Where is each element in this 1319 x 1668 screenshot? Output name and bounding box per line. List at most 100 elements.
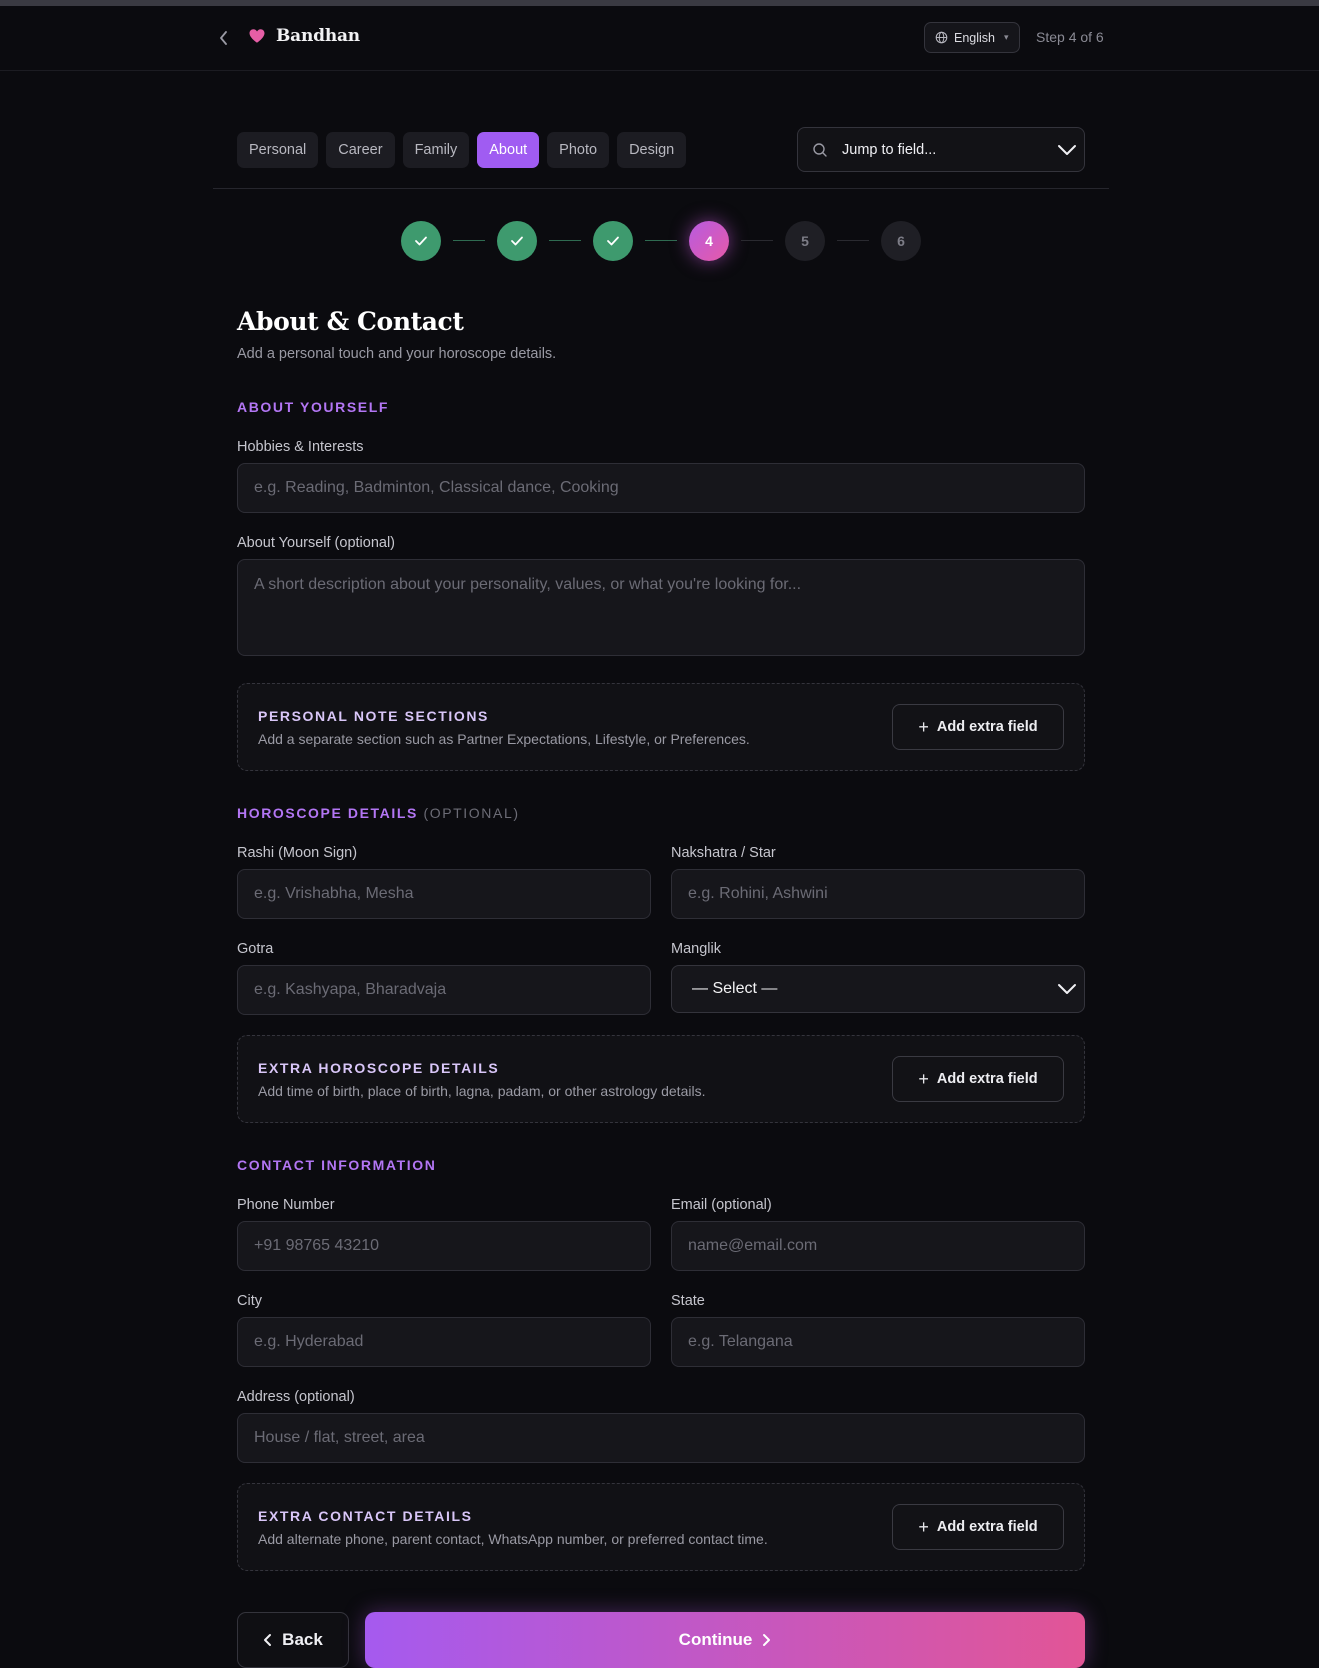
personal-note-desc: Add a separate section such as Partner E…: [258, 731, 750, 747]
state-label: State: [671, 1293, 705, 1309]
back-button[interactable]: Back: [237, 1612, 349, 1668]
email-input[interactable]: name@email.com: [671, 1221, 1085, 1271]
state-placeholder: e.g. Telangana: [688, 1333, 793, 1350]
nakshatra-placeholder: e.g. Rohini, Ashwini: [688, 885, 828, 902]
step-1-complete[interactable]: [401, 221, 441, 261]
chevron-right-icon: [763, 1634, 771, 1646]
step-3-complete[interactable]: [593, 221, 633, 261]
section-tabs: Personal Career Family About Photo Desig…: [237, 132, 687, 168]
section-heading-about: ABOUT YOURSELF: [237, 399, 390, 415]
hobbies-input[interactable]: e.g. Reading, Badminton, Classical dance…: [237, 463, 1085, 513]
tab-photo[interactable]: Photo: [547, 132, 610, 168]
plus-icon: +: [918, 1069, 929, 1089]
manglik-label: Manglik: [671, 941, 721, 957]
continue-button[interactable]: Continue: [365, 1612, 1085, 1668]
about-yourself-textarea[interactable]: A short description about your personali…: [237, 559, 1085, 656]
rashi-placeholder: e.g. Vrishabha, Mesha: [254, 885, 414, 902]
gotra-label: Gotra: [237, 941, 274, 957]
step-4-current[interactable]: 4: [689, 221, 729, 261]
nakshatra-label: Nakshatra / Star: [671, 845, 776, 861]
language-selector[interactable]: English ▾: [924, 22, 1020, 53]
add-horoscope-field-button[interactable]: + Add extra field: [892, 1056, 1064, 1102]
email-label: Email (optional): [671, 1197, 772, 1213]
add-contact-field-button[interactable]: + Add extra field: [892, 1504, 1064, 1550]
page-title: About & Contact: [237, 307, 464, 336]
horoscope-optional-tag: (OPTIONAL): [423, 805, 520, 821]
personal-note-title: PERSONAL NOTE SECTIONS: [258, 708, 489, 724]
gotra-placeholder: e.g. Kashyapa, Bharadvaja: [254, 981, 447, 998]
extra-contact-desc: Add alternate phone, parent contact, Wha…: [258, 1531, 768, 1547]
hobbies-placeholder: e.g. Reading, Badminton, Classical dance…: [254, 479, 619, 496]
step-2-complete[interactable]: [497, 221, 537, 261]
app-header: Bandhan English ▾ Step 4 of 6: [0, 6, 1319, 71]
extra-horoscope-details-box: EXTRA HOROSCOPE DETAILS Add time of birt…: [237, 1035, 1085, 1123]
tab-personal[interactable]: Personal: [237, 132, 319, 168]
step-indicator-text: Step 4 of 6: [1036, 29, 1104, 45]
address-placeholder: House / flat, street, area: [254, 1429, 425, 1446]
section-heading-contact: CONTACT INFORMATION: [237, 1157, 437, 1173]
back-button-label: Back: [282, 1630, 323, 1649]
city-label: City: [237, 1293, 262, 1309]
step-connector: [453, 240, 485, 241]
phone-placeholder: +91 98765 43210: [254, 1237, 380, 1254]
continue-button-label: Continue: [678, 1630, 753, 1649]
hobbies-label: Hobbies & Interests: [237, 439, 364, 455]
about-yourself-label: About Yourself (optional): [237, 535, 395, 551]
back-nav-icon[interactable]: [215, 28, 233, 48]
section-heading-horoscope: HOROSCOPE DETAILS (OPTIONAL): [237, 805, 520, 821]
extra-horoscope-title: EXTRA HOROSCOPE DETAILS: [258, 1060, 500, 1076]
page-subtitle: Add a personal touch and your horoscope …: [237, 346, 557, 362]
add-personal-note-button[interactable]: + Add extra field: [892, 704, 1064, 750]
add-extra-field-label: Add extra field: [936, 719, 1038, 735]
brand[interactable]: Bandhan: [248, 26, 360, 46]
jump-to-field-label: Jump to field...: [842, 141, 937, 158]
step-connector: [549, 240, 581, 241]
check-icon: [511, 236, 523, 246]
add-extra-field-label: Add extra field: [936, 1519, 1038, 1535]
city-input[interactable]: e.g. Hyderabad: [237, 1317, 651, 1367]
address-label: Address (optional): [237, 1389, 355, 1405]
globe-icon: [935, 31, 948, 44]
plus-icon: +: [918, 717, 929, 737]
tab-about[interactable]: About: [477, 132, 540, 168]
step-6-pending[interactable]: 6: [881, 221, 921, 261]
step-5-pending[interactable]: 5: [785, 221, 825, 261]
rashi-label: Rashi (Moon Sign): [237, 845, 358, 861]
plus-icon: +: [918, 1517, 929, 1537]
chevron-down-icon: ▾: [1004, 32, 1009, 42]
gotra-input[interactable]: e.g. Kashyapa, Bharadvaja: [237, 965, 651, 1015]
brand-name: Bandhan: [276, 26, 360, 46]
chevron-down-icon: [1056, 979, 1078, 999]
address-input[interactable]: House / flat, street, area: [237, 1413, 1085, 1463]
language-label: English: [954, 30, 995, 45]
heart-icon: [248, 27, 266, 45]
city-placeholder: e.g. Hyderabad: [254, 1333, 364, 1350]
horoscope-heading-text: HOROSCOPE DETAILS: [237, 805, 418, 821]
check-icon: [607, 236, 619, 246]
tab-family[interactable]: Family: [402, 132, 470, 168]
extra-contact-title: EXTRA CONTACT DETAILS: [258, 1508, 473, 1524]
search-icon: [812, 142, 828, 158]
step-connector: [837, 240, 869, 241]
extra-horoscope-desc: Add time of birth, place of birth, lagna…: [258, 1083, 706, 1099]
tab-design[interactable]: Design: [617, 132, 687, 168]
manglik-selected-value: — Select —: [692, 980, 778, 997]
extra-contact-details-box: EXTRA CONTACT DETAILS Add alternate phon…: [237, 1483, 1085, 1571]
manglik-select[interactable]: — Select —: [671, 965, 1085, 1013]
personal-note-sections-box: PERSONAL NOTE SECTIONS Add a separate se…: [237, 683, 1085, 771]
rashi-input[interactable]: e.g. Vrishabha, Mesha: [237, 869, 651, 919]
add-extra-field-label: Add extra field: [936, 1071, 1038, 1087]
tabs-divider: [213, 188, 1109, 189]
chevron-down-icon: [1056, 140, 1078, 160]
state-input[interactable]: e.g. Telangana: [671, 1317, 1085, 1367]
step-connector: [741, 240, 773, 241]
about-yourself-placeholder: A short description about your personali…: [254, 576, 802, 593]
jump-to-field-select[interactable]: Jump to field...: [797, 127, 1085, 172]
step-connector: [645, 240, 677, 241]
tab-career[interactable]: Career: [326, 132, 395, 168]
email-placeholder: name@email.com: [688, 1237, 818, 1254]
nakshatra-input[interactable]: e.g. Rohini, Ashwini: [671, 869, 1085, 919]
phone-label: Phone Number: [237, 1197, 335, 1213]
phone-input[interactable]: +91 98765 43210: [237, 1221, 651, 1271]
chevron-left-icon: [264, 1634, 272, 1646]
